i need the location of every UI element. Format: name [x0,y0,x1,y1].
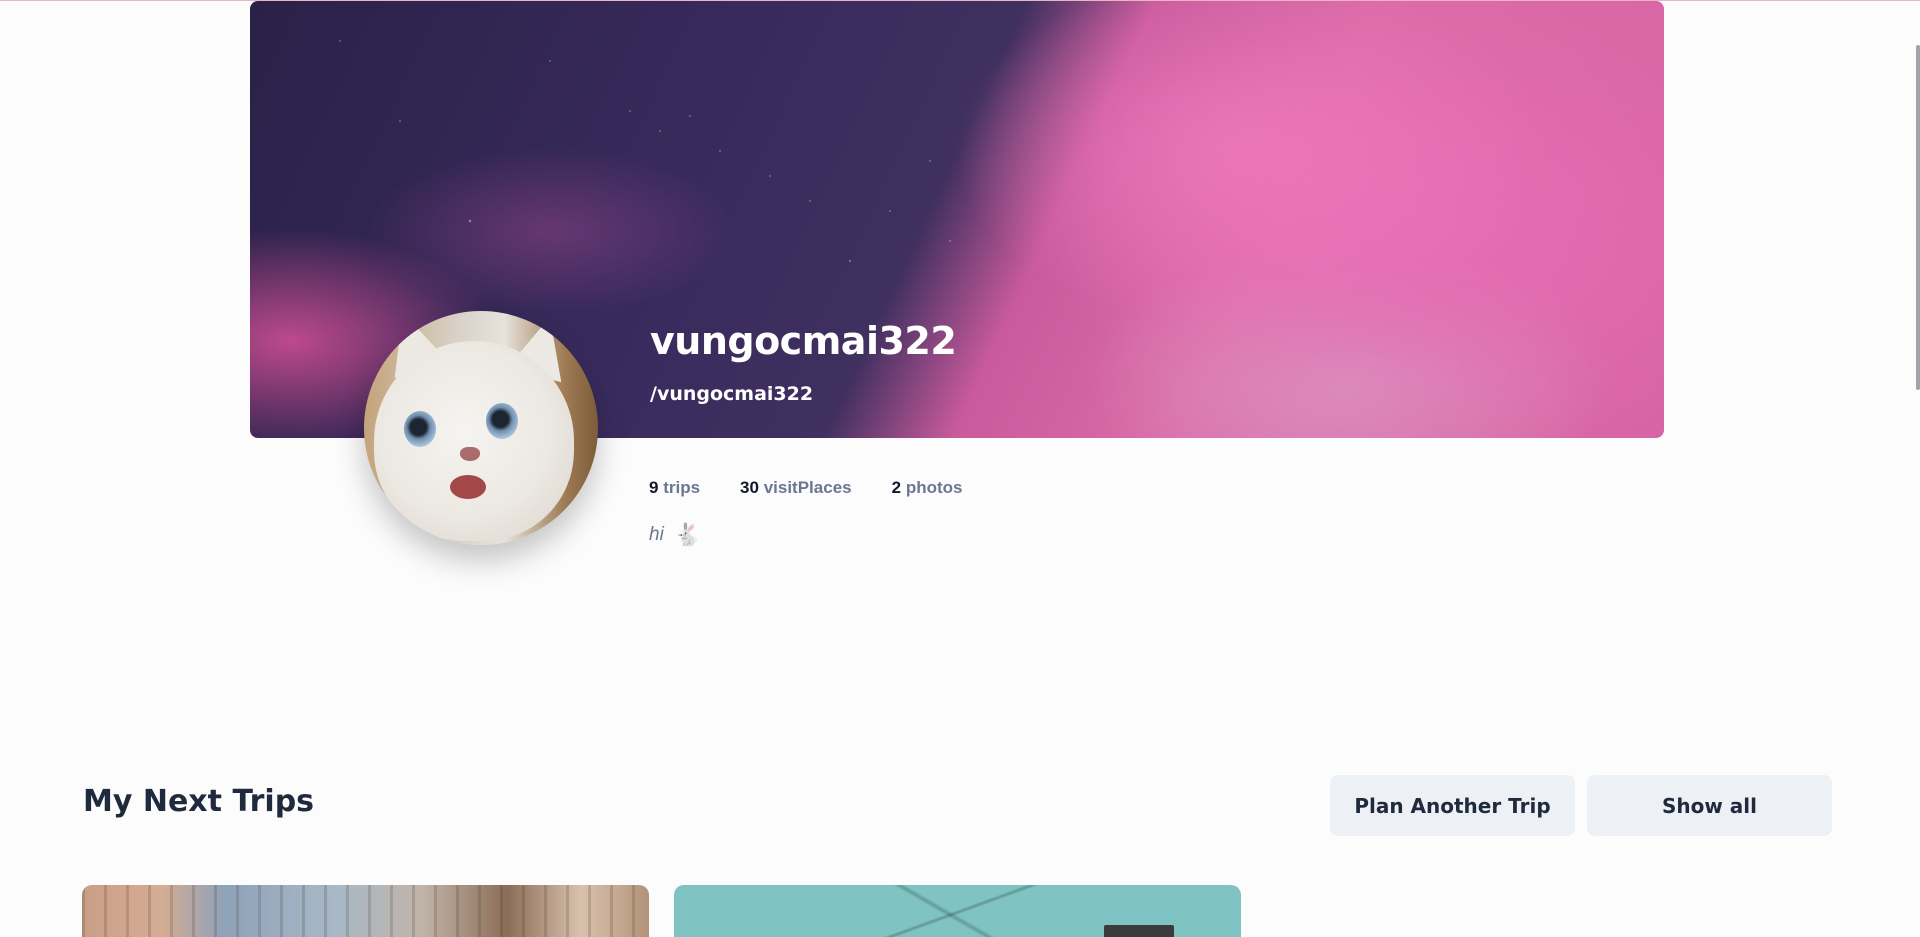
profile-display-name: vungocmai322 [650,319,957,363]
stat-visit-places[interactable]: 30 visitPlaces [740,478,852,498]
profile-handle: /vungocmai322 [650,383,814,405]
stat-value: 2 [891,478,902,497]
trip-card-image-detail [1104,925,1174,937]
stat-label: photos [905,478,963,497]
profile-stats: 9 trips 30 visitPlaces 2 photos [649,478,962,498]
avatar-mouth [450,475,486,499]
plan-another-trip-button[interactable]: Plan Another Trip [1330,775,1575,836]
rabbit-icon: 🐇 [673,522,702,547]
avatar-nose [460,447,480,461]
bio-text: hi [649,524,664,545]
avatar-cat-face [374,341,574,541]
stat-photos[interactable]: 2 photos [892,478,963,498]
scrollbar[interactable] [1914,0,1920,937]
stat-label: visitPlaces [763,478,852,497]
scrollbar-thumb[interactable] [1916,45,1920,390]
stat-trips[interactable]: 9 trips [649,478,700,498]
stat-value: 9 [649,478,659,497]
section-title-next-trips: My Next Trips [83,784,315,819]
show-all-button[interactable]: Show all [1587,775,1832,836]
trip-card[interactable] [82,885,649,937]
avatar-eye [486,403,518,439]
stat-label: trips [663,478,701,497]
avatar[interactable] [364,311,598,545]
profile-bio: hi 🐇 [649,522,701,548]
trip-card[interactable] [674,885,1241,937]
avatar-eye [404,411,436,447]
stat-value: 30 [740,478,759,497]
